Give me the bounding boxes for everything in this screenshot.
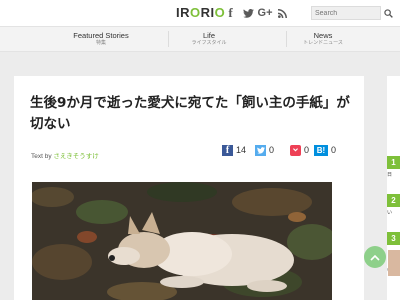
search-button[interactable] (381, 6, 395, 20)
facebook-share-count: 14 (236, 145, 247, 155)
ranking-item-snippet[interactable]: 日 (387, 172, 400, 178)
main-nav: Featured Stories 特集 Life ライフスタイル News トレ… (0, 26, 400, 52)
article-byline: Text by さえきそうすけ (31, 150, 99, 160)
pocket-share-count: 0 (304, 145, 310, 155)
ranking-number: 3 (387, 232, 400, 245)
article-hero-image (32, 182, 332, 300)
nav-sublabel: トレンドニュース (303, 40, 343, 46)
search-icon (383, 8, 393, 18)
twitter-icon[interactable] (242, 5, 254, 21)
ranking-thumbnail[interactable] (388, 250, 400, 276)
nav-label: News (313, 31, 333, 40)
twitter-icon (255, 144, 266, 156)
site-logo[interactable]: IRORIO (176, 5, 225, 21)
scroll-to-top-button[interactable] (364, 246, 386, 268)
article-title: 生後9か月で逝った愛犬に宛てた「飼い主の手紙」が切ない (30, 95, 350, 132)
share-hatena-button[interactable]: B! 0 (314, 144, 336, 156)
ranking-item-snippet[interactable]: い (387, 210, 400, 216)
twitter-share-count: 0 (269, 145, 275, 155)
ranking-number: 2 (387, 194, 400, 207)
hatena-icon: B! (314, 144, 328, 156)
ranking-number: 1 (387, 156, 400, 169)
hatena-share-count: 0 (331, 145, 337, 155)
share-pocket-button[interactable]: 0 (290, 144, 309, 156)
search-input[interactable] (311, 6, 381, 20)
google-plus-icon[interactable]: G+ (258, 5, 273, 21)
nav-item-news[interactable]: News トレンドニュース (256, 27, 390, 51)
facebook-icon[interactable]: f (226, 5, 235, 21)
pocket-icon (290, 144, 301, 156)
site-header: IRORIO f G+ (0, 0, 400, 26)
author-link[interactable]: さえきそうすけ (53, 153, 98, 160)
byline-prefix: Text by (31, 153, 52, 160)
chevron-up-icon (370, 254, 380, 261)
facebook-icon: f (222, 144, 233, 156)
share-facebook-button[interactable]: f 14 (222, 144, 246, 156)
share-twitter-button[interactable]: 0 (255, 144, 274, 156)
rss-icon[interactable] (277, 5, 287, 21)
